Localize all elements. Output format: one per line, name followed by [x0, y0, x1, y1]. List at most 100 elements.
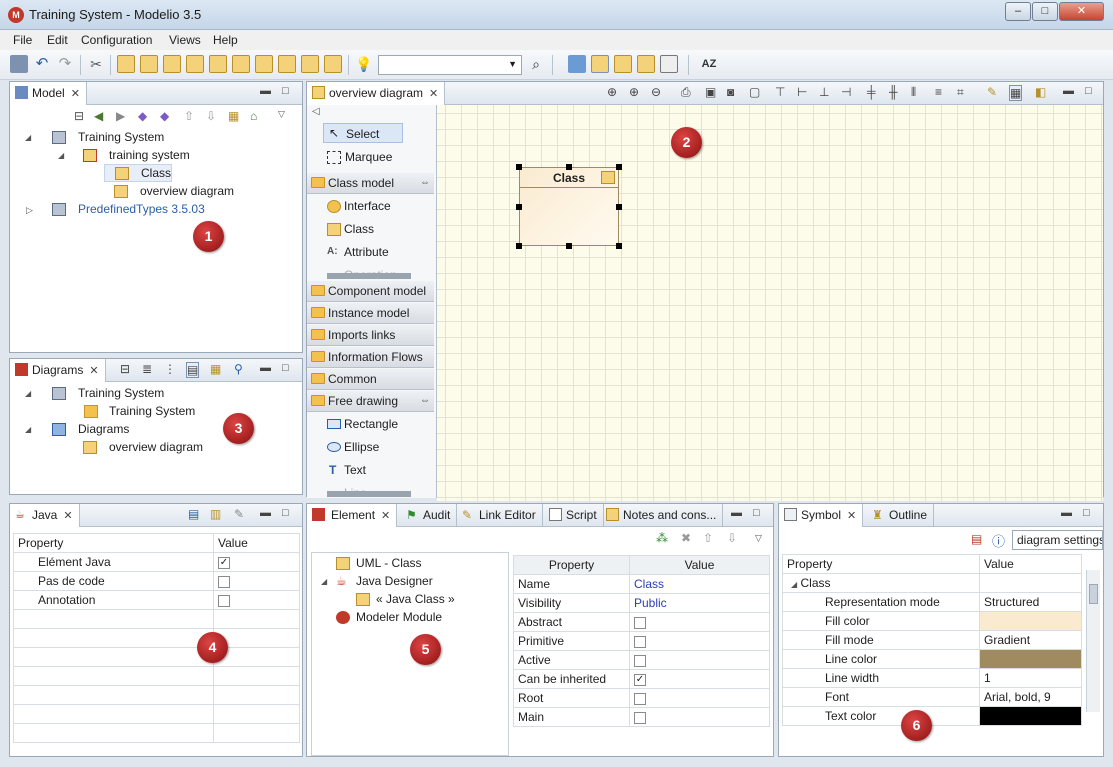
- diagrams-tree-training-system[interactable]: ◢ Training System: [10, 385, 300, 403]
- property-value[interactable]: [629, 631, 770, 651]
- maximize-view-icon[interactable]: □: [282, 507, 289, 519]
- grouped-view-icon[interactable]: ▤: [186, 362, 200, 378]
- create-instance-icon[interactable]: [232, 55, 250, 73]
- close-icon[interactable]: ✕: [89, 365, 98, 377]
- tab-outline[interactable]: ♜ Outline: [867, 504, 935, 527]
- checkbox[interactable]: [634, 692, 646, 705]
- remove-icon[interactable]: ✖: [681, 531, 691, 545]
- expanded-icon[interactable]: ◢: [321, 577, 327, 586]
- close-icon[interactable]: ✕: [63, 510, 72, 522]
- checkbox[interactable]: [634, 635, 646, 648]
- maximize-view-icon[interactable]: □: [1083, 507, 1090, 519]
- tab-diagrams[interactable]: Diagrams ✕: [10, 359, 106, 382]
- expanded-icon[interactable]: ◢: [25, 133, 31, 142]
- maximize-view-icon[interactable]: □: [282, 85, 289, 97]
- text-color-swatch[interactable]: [979, 706, 1082, 726]
- layout-d-icon[interactable]: [660, 55, 678, 73]
- tab-model[interactable]: Model ✕: [10, 82, 87, 105]
- update-model-icon[interactable]: ▥: [210, 507, 221, 521]
- minimize-view-icon[interactable]: ▬: [731, 507, 742, 519]
- table-row[interactable]: Elément Java ✓: [13, 552, 300, 572]
- zoom-in-icon[interactable]: ⊕: [629, 85, 639, 99]
- select-all-icon[interactable]: ▢: [749, 85, 760, 99]
- undo-icon[interactable]: ↶: [33, 55, 51, 73]
- fill-color-swatch[interactable]: [979, 611, 1082, 631]
- palette-select-tool[interactable]: ↖ Select: [323, 123, 403, 143]
- minimize-view-icon[interactable]: ▬: [1063, 85, 1074, 97]
- palette-ellipse-tool[interactable]: Ellipse: [307, 437, 434, 459]
- help-icon[interactable]: ⓘ: [992, 531, 1005, 550]
- move-up-icon[interactable]: ⇧: [703, 531, 713, 545]
- grid-toggle-icon[interactable]: ▦: [1009, 85, 1023, 101]
- tab-notes[interactable]: Notes and cons...: [601, 504, 724, 527]
- link-editor-icon[interactable]: ▦: [228, 109, 239, 123]
- resize-handle[interactable]: [566, 243, 572, 249]
- format-painter-icon[interactable]: ✎: [987, 85, 997, 99]
- maximize-view-icon[interactable]: □: [753, 507, 760, 519]
- diagrams-tree-diagrams[interactable]: ◢ Diagrams: [10, 421, 300, 439]
- palette-group-instance-model[interactable]: Instance model: [307, 303, 434, 324]
- expanded-icon[interactable]: ◢: [25, 425, 31, 434]
- scrollbar-thumb[interactable]: [1089, 584, 1098, 604]
- move-down-icon[interactable]: ⇩: [727, 531, 737, 545]
- property-value[interactable]: [213, 571, 300, 591]
- property-value[interactable]: Arial, bold, 9: [979, 687, 1082, 707]
- create-class-icon[interactable]: [140, 55, 158, 73]
- create-actor-icon[interactable]: [117, 55, 135, 73]
- tab-audit[interactable]: ⚑ Audit: [401, 504, 458, 527]
- table-row[interactable]: Active: [513, 650, 770, 670]
- collapse-icon[interactable]: ⊟: [120, 362, 130, 376]
- tree-item-uml-class[interactable]: UML - Class: [312, 555, 508, 573]
- back-icon[interactable]: ◀: [94, 109, 103, 123]
- tab-symbol[interactable]: Symbol ✕: [779, 504, 864, 527]
- palette-group-free-drawing[interactable]: Free drawing ⇔: [307, 391, 434, 412]
- property-value[interactable]: ✓: [213, 552, 300, 572]
- close-icon[interactable]: ✕: [381, 510, 390, 522]
- table-row[interactable]: Primitive: [513, 631, 770, 651]
- align-top-icon[interactable]: ⊤: [775, 85, 785, 99]
- menu-configuration[interactable]: Configuration: [81, 33, 152, 47]
- tools-icon[interactable]: ✂: [87, 55, 105, 73]
- tree-item-java-designer[interactable]: ◢ ☕ Java Designer: [312, 573, 508, 591]
- property-value[interactable]: Class: [629, 574, 770, 594]
- tree-item-java-class-stereotype[interactable]: « Java Class »: [312, 591, 508, 609]
- snap-icon[interactable]: ◧: [1035, 85, 1046, 99]
- palette-rectangle-tool[interactable]: Rectangle: [307, 414, 434, 436]
- menu-edit[interactable]: Edit: [47, 33, 68, 47]
- zoom-fit-icon[interactable]: ⊕: [607, 85, 617, 99]
- layout-a-icon[interactable]: [591, 55, 609, 73]
- edit-code-icon[interactable]: ✎: [234, 507, 244, 521]
- view-menu-icon[interactable]: ▽: [278, 109, 285, 120]
- maximize-view-icon[interactable]: □: [1085, 85, 1092, 97]
- tree-item-training-system[interactable]: ◢ Training System: [10, 129, 300, 147]
- table-row[interactable]: Fill color: [782, 611, 1082, 631]
- style-sheet-icon[interactable]: ▤: [971, 532, 982, 546]
- palette-interface-tool[interactable]: Interface: [307, 196, 434, 218]
- checkbox[interactable]: [218, 594, 230, 607]
- distribute-h-icon[interactable]: ⫴: [911, 85, 916, 100]
- tree-item-modeler-module[interactable]: Modeler Module: [312, 609, 508, 627]
- property-value[interactable]: [629, 707, 770, 727]
- align-right-icon[interactable]: ⊣: [841, 85, 851, 99]
- layout-b-icon[interactable]: [614, 55, 632, 73]
- palette-class-tool[interactable]: Class: [307, 219, 434, 241]
- menu-file[interactable]: File: [13, 33, 32, 47]
- palette-text-tool[interactable]: T Text: [307, 460, 434, 482]
- checkbox-checked[interactable]: ✓: [218, 556, 230, 569]
- collapse-all-icon[interactable]: ⊟: [74, 109, 84, 123]
- property-value[interactable]: [213, 590, 300, 610]
- create-diagram-icon[interactable]: [186, 55, 204, 73]
- close-icon[interactable]: ✕: [847, 510, 856, 522]
- menu-views[interactable]: Views: [169, 33, 201, 47]
- minimize-view-icon[interactable]: ▬: [260, 362, 271, 374]
- close-window-button[interactable]: ✕: [1059, 2, 1104, 21]
- up-icon[interactable]: ◆: [138, 109, 147, 123]
- palette-scroll-indicator[interactable]: [327, 273, 411, 279]
- save-icon[interactable]: [10, 55, 28, 73]
- resize-handle[interactable]: [516, 204, 522, 210]
- palette-group-information-flows[interactable]: Information Flows: [307, 347, 434, 368]
- lightbulb-icon[interactable]: 💡: [355, 55, 373, 73]
- create-activity-icon[interactable]: [301, 55, 319, 73]
- expanded-icon[interactable]: ◢: [25, 389, 31, 398]
- open-folder-icon[interactable]: [568, 55, 586, 73]
